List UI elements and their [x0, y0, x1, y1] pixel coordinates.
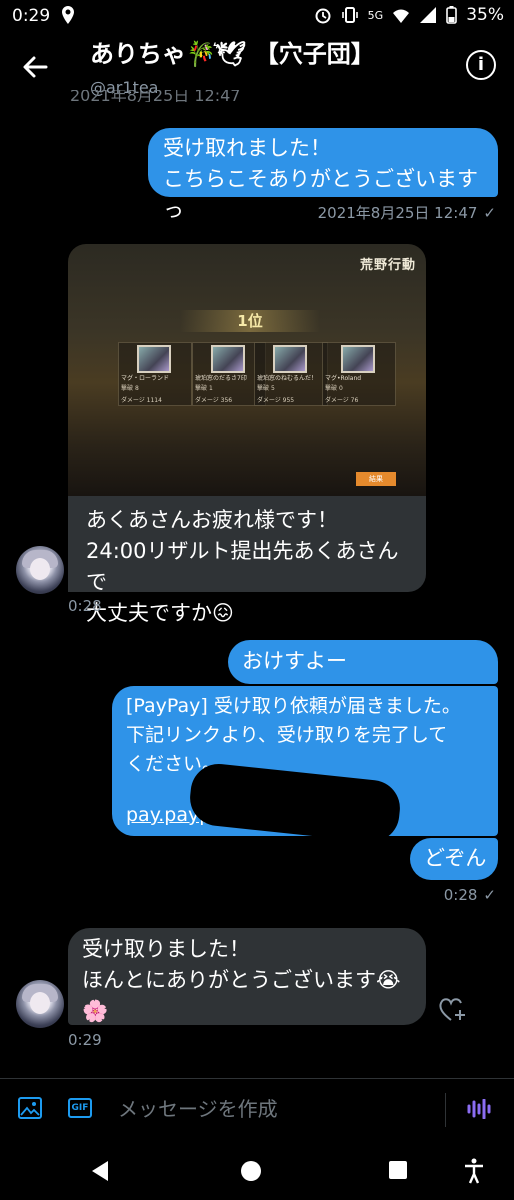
player-damage: ダメージ 356: [195, 397, 233, 404]
read-check-icon: ✓: [483, 886, 496, 904]
cut-off-timestamp: 2021年8月25日 12:47: [70, 90, 241, 102]
nav-back-icon[interactable]: [90, 1160, 110, 1182]
image-icon[interactable]: [18, 1097, 42, 1119]
received-message-bubble[interactable]: 受け取りました！ ほんとにありがとうございます😭 🌸: [68, 928, 426, 1025]
message-line: 大丈夫ですか😖: [86, 601, 234, 625]
message-text: おけすよー: [242, 649, 347, 673]
player-name: マグ•Roland: [325, 375, 362, 382]
composer-divider: [445, 1093, 446, 1127]
player-kills: 撃破 5: [257, 385, 275, 392]
info-icon[interactable]: i: [466, 50, 496, 80]
sent-message-bubble[interactable]: どぞん: [410, 838, 498, 880]
battery-icon: [446, 6, 458, 24]
rank-banner: 1位: [180, 310, 320, 332]
message-line: 受け取りました！: [82, 937, 250, 961]
alarm-icon: [315, 8, 331, 24]
player-icon: [341, 345, 375, 373]
message-line: ほんとにありがとうございます😭: [82, 968, 401, 992]
message-timestamp: 2021年8月25日 12:47 ✓: [318, 202, 496, 223]
player-name: マグ・ローランド: [121, 375, 170, 382]
player-card: マグ•Roland 撃破 0 ダメージ 76: [322, 342, 396, 406]
player-icon: [211, 345, 245, 373]
message-text: どぞん: [424, 846, 487, 870]
game-logo: 荒野行動: [359, 258, 416, 273]
gif-icon[interactable]: GIF: [68, 1098, 92, 1118]
sent-message-bubble[interactable]: おけすよー: [228, 640, 498, 684]
status-bar: 0:29 5G 35%: [0, 0, 514, 34]
player-icon: [273, 345, 307, 373]
battery-percent: 35%: [466, 5, 504, 25]
message-line: あくあさんお疲れ様です！: [86, 508, 338, 532]
player-kills: 撃破 1: [195, 385, 213, 392]
read-check-icon: ✓: [483, 204, 496, 222]
heart-plus-icon[interactable]: [438, 996, 468, 1024]
result-button: 結果: [356, 472, 396, 486]
avatar[interactable]: [16, 546, 64, 594]
network-label: 5G: [367, 8, 384, 22]
avatar[interactable]: [16, 980, 64, 1028]
received-message-bubble[interactable]: あくあさんお疲れ様です！ 24:00リザルト提出先あくあさんで 大丈夫ですか😖: [68, 496, 426, 625]
player-card: マグ・ローランド 撃破 8 ダメージ 1114: [118, 342, 192, 406]
message-line: [PayPay] 受け取り依頼が届きました。: [126, 695, 461, 717]
message-timestamp: 0:28: [68, 597, 102, 615]
back-arrow-icon[interactable]: [20, 52, 50, 82]
player-card: 琥珀窓のねむるんだ！ 撃破 5 ダメージ 955: [254, 342, 328, 406]
message-composer: GIF メッセージを作成: [0, 1078, 514, 1141]
system-navigation-bar: [0, 1140, 514, 1200]
message-input[interactable]: メッセージを作成: [108, 1089, 438, 1129]
shared-game-screenshot[interactable]: 荒野行動 1位 マグ・ローランド 撃破 8 ダメージ 1114 琥珀窓のだるさ7…: [68, 244, 426, 496]
accessibility-icon[interactable]: [464, 1158, 484, 1184]
player-kills: 撃破 8: [121, 385, 139, 392]
status-time: 0:29: [12, 6, 51, 26]
voice-message-icon[interactable]: [466, 1099, 492, 1119]
player-damage: ダメージ 1114: [121, 397, 162, 404]
player-kills: 撃破 0: [325, 385, 343, 392]
message-line: 24:00リザルト提出先あくあさんで: [86, 539, 399, 594]
message-timestamp: 0:28 ✓: [444, 886, 496, 904]
signal-icon: [420, 7, 437, 23]
sent-message-bubble[interactable]: 受け取れました！ こちらこそありがとうございますっ: [148, 128, 498, 222]
player-name: 琥珀窓のだるさ7印: [195, 375, 247, 382]
status-right: 5G 35%: [314, 5, 504, 25]
timestamp-text: 0:28: [443, 886, 478, 904]
conversation-header: ありちゃ🎋͛🕊 【穴子団】 @ar1tea i: [0, 34, 514, 97]
player-damage: ダメージ 76: [325, 397, 359, 404]
location-icon: [62, 6, 74, 24]
timestamp-text: 2021年8月25日 12:47: [317, 204, 478, 222]
message-line: 受け取れました！: [163, 136, 331, 160]
player-damage: ダメージ 955: [257, 397, 295, 404]
player-name: 琥珀窓のねむるんだ！: [257, 375, 318, 382]
vibrate-icon: [341, 7, 358, 23]
nav-home-icon[interactable]: [240, 1160, 262, 1182]
player-icon: [137, 345, 171, 373]
wifi-icon: [393, 9, 410, 23]
conversation-title[interactable]: ありちゃ🎋͛🕊 【穴子団】: [90, 34, 375, 69]
nav-recents-icon[interactable]: [388, 1160, 408, 1180]
message-line: 下記リンクより、受け取りを完了して: [126, 724, 448, 746]
message-timestamp: 0:29: [68, 1031, 102, 1049]
message-line: 🌸: [82, 999, 109, 1023]
